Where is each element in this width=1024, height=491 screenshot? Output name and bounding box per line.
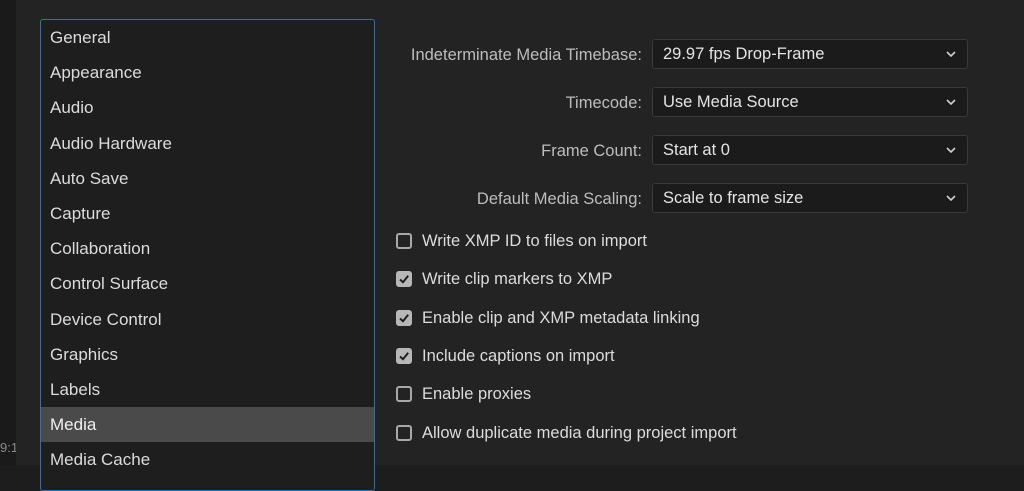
left-gutter: 9:1 (0, 0, 18, 465)
allow-duplicate-media-checkbox[interactable] (396, 425, 412, 441)
sidebar-item-capture[interactable]: Capture (41, 196, 374, 231)
timecode-label: Timecode: (565, 94, 642, 112)
sidebar-item-general[interactable]: General (41, 20, 374, 55)
sidebar-item-media[interactable]: Media (41, 407, 374, 443)
frame-count-label: Frame Count: (541, 142, 642, 160)
sidebar-item-media-cache[interactable]: Media Cache (41, 442, 374, 477)
sidebar-item-auto-save[interactable]: Auto Save (41, 161, 374, 196)
allow-duplicate-media-option[interactable]: Allow duplicate media during project imp… (396, 423, 996, 447)
write-clip-markers-option[interactable]: Write clip markers to XMP (396, 269, 996, 293)
metadata-linking-checkbox[interactable] (396, 310, 412, 326)
sidebar-item-device-control[interactable]: Device Control (41, 302, 374, 337)
write-clip-markers-label: Write clip markers to XMP (422, 270, 613, 288)
write-clip-markers-checkbox[interactable] (396, 271, 412, 287)
media-scaling-row: Default Media Scaling: Scale to frame si… (380, 183, 970, 215)
chevron-down-icon (946, 195, 956, 202)
preferences-category-list[interactable]: General Appearance Audio Audio Hardware … (40, 19, 375, 491)
chevron-down-icon (946, 147, 956, 154)
frame-count-row: Frame Count: Start at 0 (380, 135, 970, 167)
frame-count-value: Start at 0 (663, 141, 730, 159)
metadata-linking-option[interactable]: Enable clip and XMP metadata linking (396, 308, 996, 332)
sidebar-item-audio-hardware[interactable]: Audio Hardware (41, 126, 374, 161)
metadata-linking-label: Enable clip and XMP metadata linking (422, 309, 700, 327)
sidebar-item-graphics[interactable]: Graphics (41, 337, 374, 372)
include-captions-checkbox[interactable] (396, 348, 412, 364)
timebase-row: Indeterminate Media Timebase: 29.97 fps … (380, 39, 970, 71)
write-xmp-id-label: Write XMP ID to files on import (422, 232, 647, 250)
enable-proxies-checkbox[interactable] (396, 386, 412, 402)
write-xmp-id-checkbox[interactable] (396, 233, 412, 249)
sidebar-item-appearance[interactable]: Appearance (41, 55, 374, 90)
timecode-dropdown[interactable]: Use Media Source (652, 87, 968, 117)
enable-proxies-option[interactable]: Enable proxies (396, 384, 996, 408)
allow-duplicate-media-label: Allow duplicate media during project imp… (422, 424, 737, 442)
checkmark-icon (399, 352, 409, 361)
write-xmp-id-option[interactable]: Write XMP ID to files on import (396, 231, 996, 255)
chevron-down-icon (946, 51, 956, 58)
sidebar-item-collaboration[interactable]: Collaboration (41, 231, 374, 266)
timebase-label: Indeterminate Media Timebase: (410, 46, 642, 64)
timebase-dropdown[interactable]: 29.97 fps Drop-Frame (652, 39, 968, 69)
enable-proxies-label: Enable proxies (422, 385, 532, 403)
media-scaling-value: Scale to frame size (663, 189, 804, 207)
checkmark-icon (399, 275, 409, 284)
include-captions-label: Include captions on import (422, 347, 615, 365)
chevron-down-icon (946, 99, 956, 106)
media-scaling-dropdown[interactable]: Scale to frame size (652, 183, 968, 213)
timecode-row: Timecode: Use Media Source (380, 87, 970, 119)
checkmark-icon (399, 314, 409, 323)
frame-count-dropdown[interactable]: Start at 0 (652, 135, 968, 165)
timecode-value: Use Media Source (663, 93, 799, 111)
include-captions-option[interactable]: Include captions on import (396, 346, 996, 370)
sidebar-item-labels[interactable]: Labels (41, 372, 374, 407)
timebase-value: 29.97 fps Drop-Frame (663, 45, 825, 63)
sidebar-item-audio[interactable]: Audio (41, 90, 374, 125)
media-scaling-label: Default Media Scaling: (476, 190, 642, 208)
sidebar-item-control-surface[interactable]: Control Surface (41, 266, 374, 301)
